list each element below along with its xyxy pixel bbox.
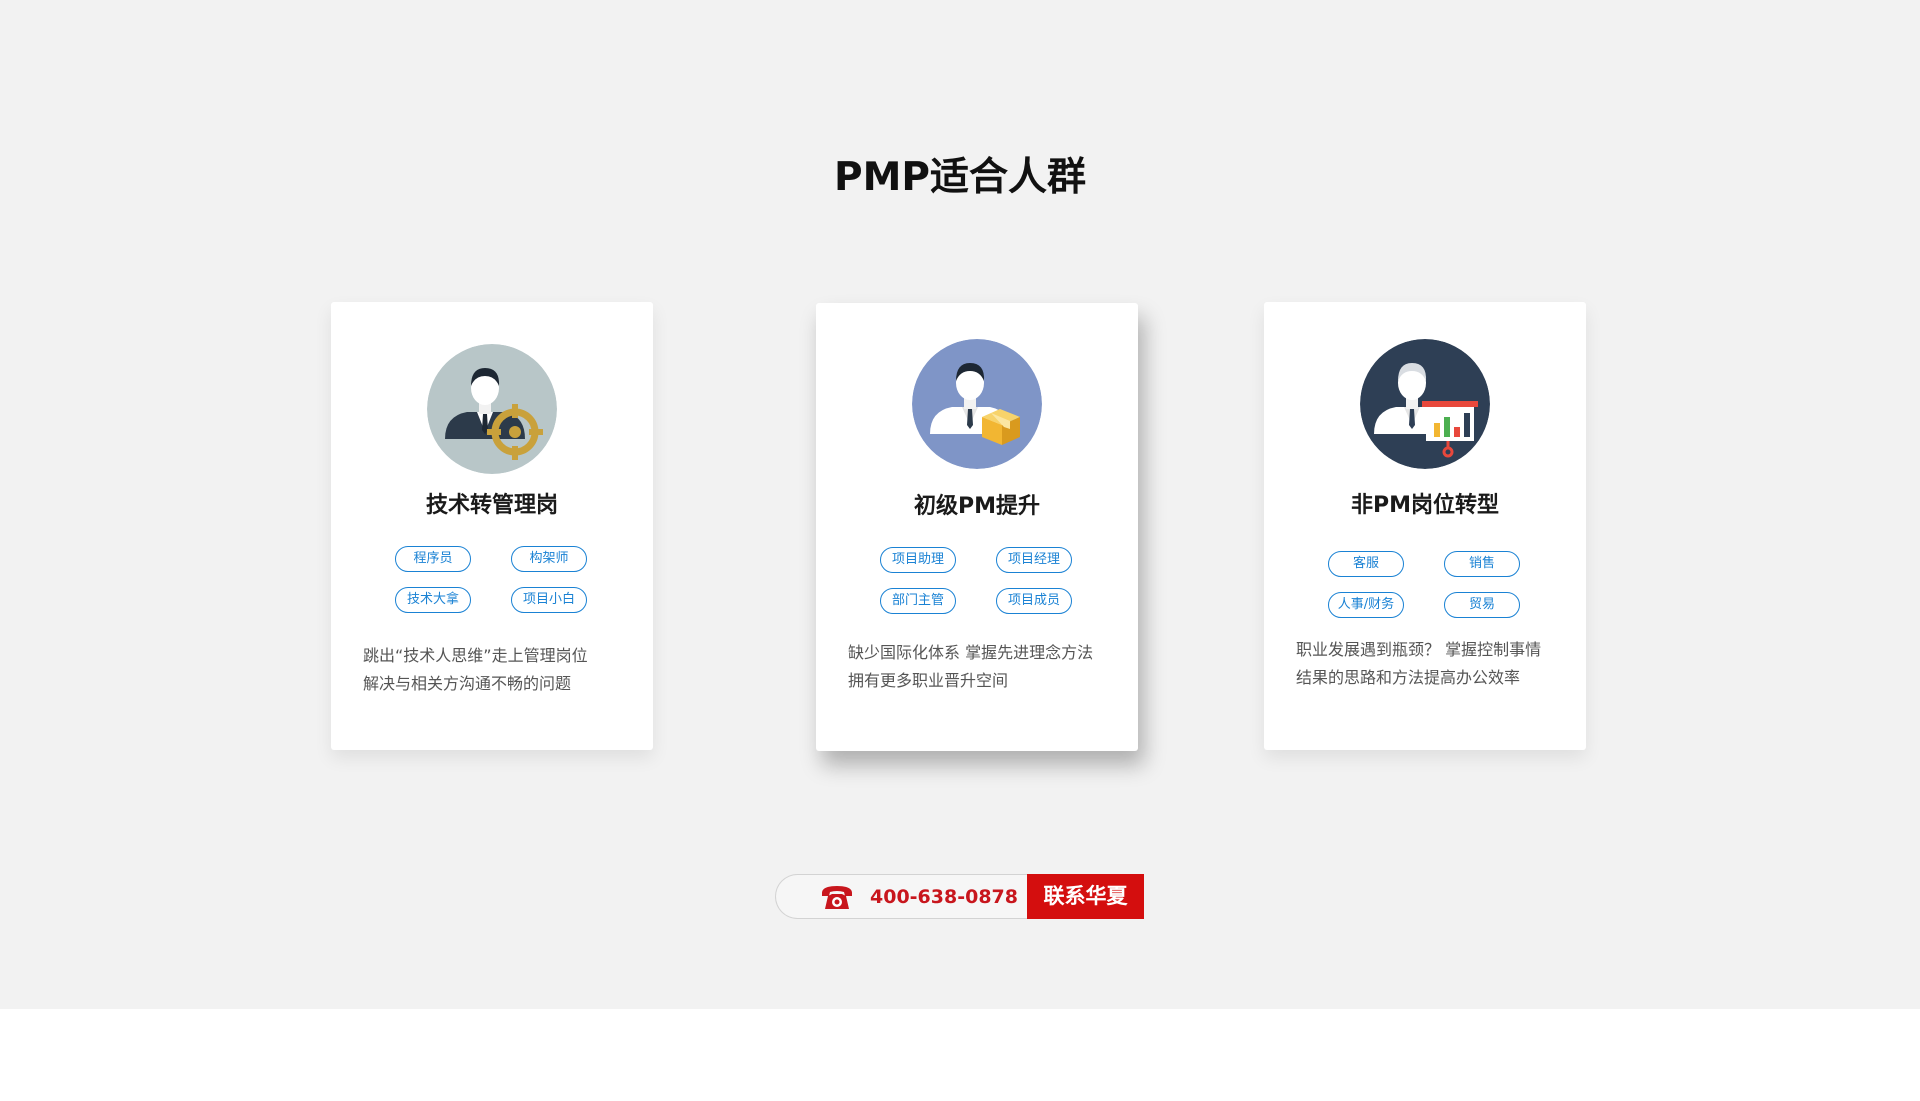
manager-package-icon bbox=[912, 339, 1042, 469]
tag-project-member[interactable]: 项目成员 bbox=[996, 588, 1072, 614]
tag-list: 程序员 构架师 技术大拿 项目小白 bbox=[395, 546, 595, 613]
card-description: 缺少国际化体系 掌握先进理念方法 拥有更多职业晋升空间 bbox=[848, 639, 1118, 695]
tag-architect[interactable]: 构架师 bbox=[511, 546, 587, 572]
card-title: 技术转管理岗 bbox=[425, 493, 558, 518]
audience-card-junior-pm: 初级PM提升 项目助理 项目经理 部门主管 项目成员 缺少国际化体系 掌握先进理… bbox=[816, 303, 1138, 751]
tag-trade[interactable]: 贸易 bbox=[1444, 592, 1520, 618]
tag-programmer[interactable]: 程序员 bbox=[395, 546, 471, 572]
tag-list: 客服 销售 人事/财务 贸易 bbox=[1328, 551, 1528, 618]
audience-card-tech-to-management: 技术转管理岗 程序员 构架师 技术大拿 项目小白 跳出“技术人思维”走上管理岗位… bbox=[331, 302, 653, 750]
card-description-line: 结果的思路和方法提高办公效率 bbox=[1296, 668, 1521, 687]
tag-project-novice[interactable]: 项目小白 bbox=[511, 587, 587, 613]
card-description: 跳出“技术人思维”走上管理岗位 解决与相关方沟通不畅的问题 bbox=[363, 642, 633, 698]
card-description-line: 缺少国际化体系 掌握先进理念方法 bbox=[848, 643, 1094, 662]
tag-sales[interactable]: 销售 bbox=[1444, 551, 1520, 577]
card-description-line: 跳出“技术人思维”走上管理岗位 bbox=[363, 646, 588, 665]
card-description-line: 拥有更多职业晋升空间 bbox=[848, 671, 1009, 690]
tag-customer-service[interactable]: 客服 bbox=[1328, 551, 1404, 577]
tag-project-manager[interactable]: 项目经理 bbox=[996, 547, 1072, 573]
tag-project-assistant[interactable]: 项目助理 bbox=[880, 547, 956, 573]
target-audience-section: PMP适合人群 技术转管理岗 程序员 构架师 技术大拿 项目小白 跳出“技术人思… bbox=[0, 0, 1920, 1009]
contact-bar: 400-638-0878 联系华夏 bbox=[775, 874, 1144, 919]
section-title: PMP适合人群 bbox=[834, 155, 1086, 200]
contact-us-button[interactable]: 联系华夏 bbox=[1027, 874, 1144, 919]
tag-department-head[interactable]: 部门主管 bbox=[880, 588, 956, 614]
phone-number[interactable]: 400-638-0878 bbox=[870, 875, 1018, 920]
phone-pill: 400-638-0878 bbox=[775, 874, 1029, 919]
tag-list: 项目助理 项目经理 部门主管 项目成员 bbox=[880, 547, 1080, 614]
presenter-chart-icon bbox=[1360, 339, 1490, 469]
card-title: 初级PM提升 bbox=[913, 494, 1041, 519]
tag-tech-expert[interactable]: 技术大拿 bbox=[395, 587, 471, 613]
manager-target-icon bbox=[427, 344, 557, 474]
tag-hr-finance[interactable]: 人事/财务 bbox=[1328, 592, 1404, 618]
card-description-line: 解决与相关方沟通不畅的问题 bbox=[363, 674, 572, 693]
telephone-icon bbox=[820, 884, 854, 911]
card-description: 职业发展遇到瓶颈？ 掌握控制事情 结果的思路和方法提高办公效率 bbox=[1296, 636, 1566, 692]
card-title: 非PM岗位转型 bbox=[1350, 493, 1500, 518]
audience-card-non-pm-transition: 非PM岗位转型 客服 销售 人事/财务 贸易 职业发展遇到瓶颈？ 掌握控制事情 … bbox=[1264, 302, 1586, 750]
card-description-line: 职业发展遇到瓶颈？ 掌握控制事情 bbox=[1296, 640, 1542, 659]
